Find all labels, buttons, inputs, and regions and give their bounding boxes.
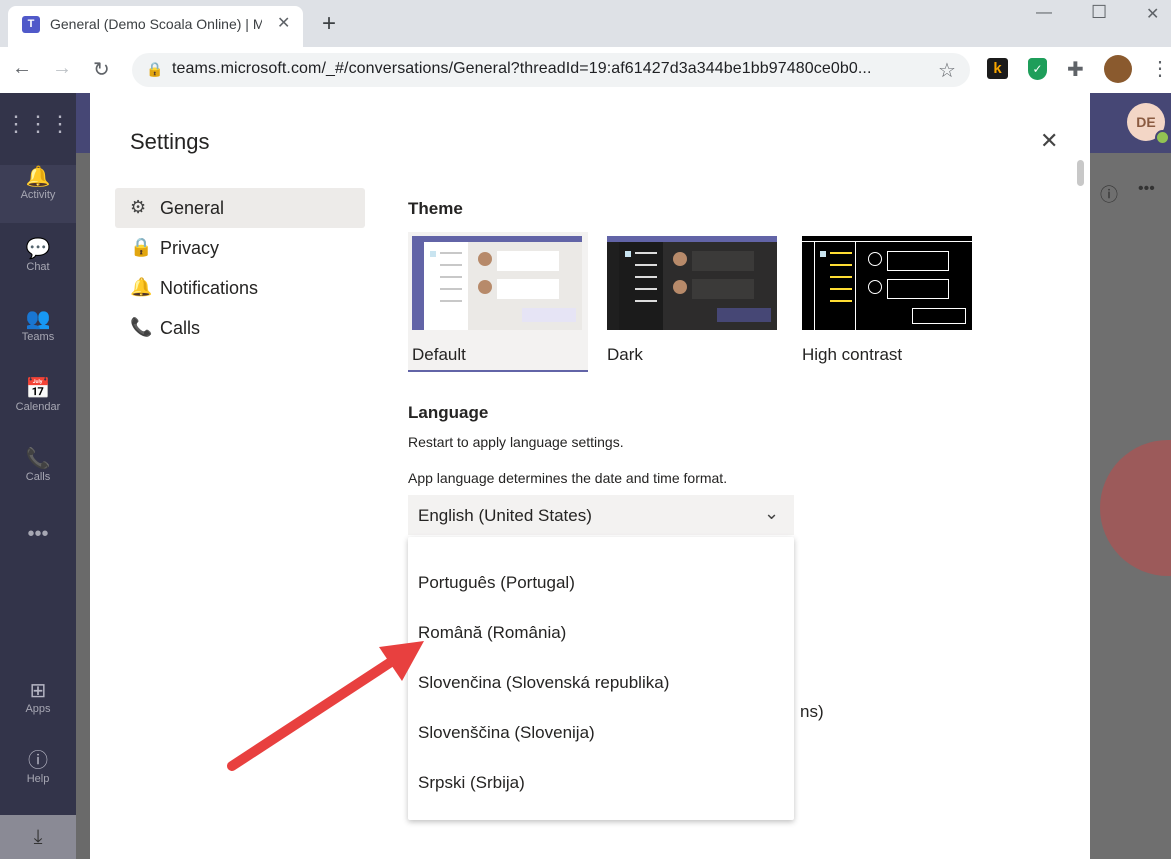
arrow-shaft <box>227 655 399 771</box>
annotation-arrow <box>227 641 424 771</box>
